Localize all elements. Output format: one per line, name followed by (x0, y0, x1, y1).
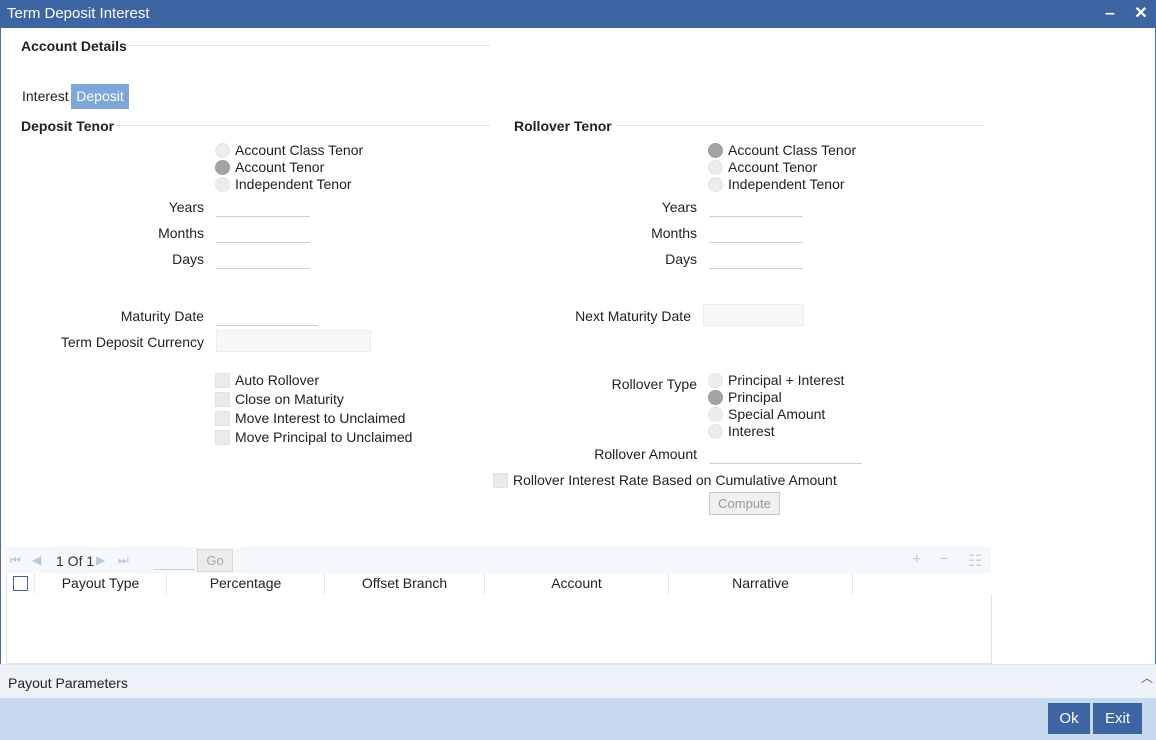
deposit-years-label: Years (168, 199, 204, 215)
column-percentage[interactable]: Percentage (167, 573, 325, 594)
maturity-date-label: Maturity Date (120, 308, 204, 324)
last-page-icon[interactable]: ⏭ (118, 553, 129, 568)
tab-deposit[interactable]: Deposit (71, 84, 129, 109)
radio-label: Independent Tenor (728, 176, 845, 192)
payout-parameters-bar[interactable]: Payout Parameters ︿ (0, 664, 1156, 698)
divider (116, 125, 490, 126)
divider (616, 125, 984, 126)
deposit-tenor-heading: Deposit Tenor (21, 118, 115, 134)
term-deposit-currency-label: Term Deposit Currency (60, 334, 204, 350)
ok-button[interactable]: Ok (1048, 703, 1090, 734)
select-all-checkbox[interactable] (13, 576, 28, 591)
tab-interest[interactable]: Interest (16, 84, 75, 109)
radio-button[interactable] (215, 143, 230, 158)
checkbox-label: Auto Rollover (235, 372, 320, 388)
column-account[interactable]: Account (485, 573, 669, 594)
rollover-months-label: Months (651, 225, 697, 241)
pager-text: 1 Of 1 (56, 553, 95, 569)
checkbox-label: Move Interest to Unclaimed (235, 410, 406, 426)
radio-button[interactable] (215, 160, 230, 175)
radio-button[interactable] (215, 177, 230, 192)
checkbox-label: Close on Maturity (235, 391, 344, 407)
compute-button[interactable]: Compute (709, 492, 780, 515)
radio-button[interactable] (708, 373, 723, 388)
radio-button[interactable] (708, 424, 723, 439)
radio-label: Account Tenor (728, 159, 818, 175)
radio-button[interactable] (708, 160, 723, 175)
select-all-cell (7, 573, 35, 594)
checkbox[interactable] (493, 473, 508, 488)
radio-button[interactable] (708, 143, 723, 158)
checkbox[interactable] (215, 411, 230, 426)
radio-label: Account Class Tenor (728, 142, 857, 158)
deposit-months-input[interactable] (216, 221, 310, 243)
checkbox[interactable] (215, 430, 230, 445)
title-bar: Term Deposit Interest ‒ ✕ (0, 0, 1156, 28)
chevron-up-icon[interactable]: ︿ (1141, 669, 1153, 686)
exit-button[interactable]: Exit (1093, 703, 1142, 734)
checkbox-label: Move Principal to Unclaimed (235, 429, 413, 445)
radio-label: Independent Tenor (235, 176, 352, 192)
minimize-icon[interactable]: ‒ (1099, 3, 1121, 25)
radio-label: Principal (728, 389, 782, 405)
footer: Ok Exit (0, 698, 1156, 740)
add-row-icon[interactable]: + (912, 551, 921, 569)
divider (128, 45, 490, 46)
single-view-icon[interactable]: ☷ (968, 551, 982, 571)
rollover-months-input[interactable] (709, 221, 803, 243)
radio-label: Principal + Interest (728, 372, 845, 388)
rollover-amount-input[interactable] (709, 442, 862, 464)
previous-page-icon[interactable]: ◀ (32, 553, 41, 567)
rollover-years-input[interactable] (709, 195, 803, 217)
rollover-tenor-heading: Rollover Tenor (514, 118, 612, 134)
next-maturity-date-label: Next Maturity Date (575, 308, 691, 324)
radio-label: Interest (728, 423, 775, 439)
next-maturity-date-input[interactable] (703, 304, 804, 326)
close-icon[interactable]: ✕ (1130, 3, 1152, 25)
rollover-days-label: Days (665, 251, 697, 267)
deposit-days-input[interactable] (216, 247, 310, 269)
grid-header: Payout Type Percentage Offset Branch Acc… (7, 573, 992, 594)
checkbox[interactable] (215, 392, 230, 407)
checkbox-label: Rollover Interest Rate Based on Cumulati… (513, 472, 837, 488)
radio-label: Special Amount (728, 406, 826, 422)
maturity-date-input[interactable] (216, 304, 318, 326)
payout-grid: Payout Type Percentage Offset Branch Acc… (6, 573, 992, 664)
delete-row-icon[interactable]: − (940, 551, 949, 569)
column-offset-branch[interactable]: Offset Branch (325, 573, 485, 594)
window-title: Term Deposit Interest (7, 5, 150, 22)
radio-button[interactable] (708, 407, 723, 422)
deposit-years-input[interactable] (216, 195, 310, 217)
grid-toolbar: ⏮ ◀ 1 Of 1 ▶ ⏭ + − ☷ (6, 547, 991, 573)
deposit-days-label: Days (172, 251, 204, 267)
column-narrative[interactable]: Narrative (669, 573, 853, 594)
go-button[interactable]: Go (197, 549, 233, 572)
deposit-months-label: Months (158, 225, 204, 241)
radio-label: Account Tenor (235, 159, 325, 175)
checkbox[interactable] (215, 373, 230, 388)
payout-parameters-label: Payout Parameters (8, 675, 128, 691)
next-page-icon[interactable]: ▶ (96, 553, 105, 567)
account-details-heading: Account Details (21, 38, 127, 54)
rollover-amount-label: Rollover Amount (594, 446, 697, 462)
rollover-years-label: Years (661, 199, 697, 215)
rollover-type-label: Rollover Type (611, 376, 697, 392)
column-payout-type[interactable]: Payout Type (35, 573, 167, 594)
page-number-input[interactable] (154, 569, 195, 570)
rollover-days-input[interactable] (709, 247, 803, 269)
term-deposit-currency-input[interactable] (216, 330, 371, 352)
radio-label: Account Class Tenor (235, 142, 364, 158)
first-page-icon[interactable]: ⏮ (10, 553, 21, 568)
radio-button[interactable] (708, 177, 723, 192)
radio-button[interactable] (708, 390, 723, 405)
